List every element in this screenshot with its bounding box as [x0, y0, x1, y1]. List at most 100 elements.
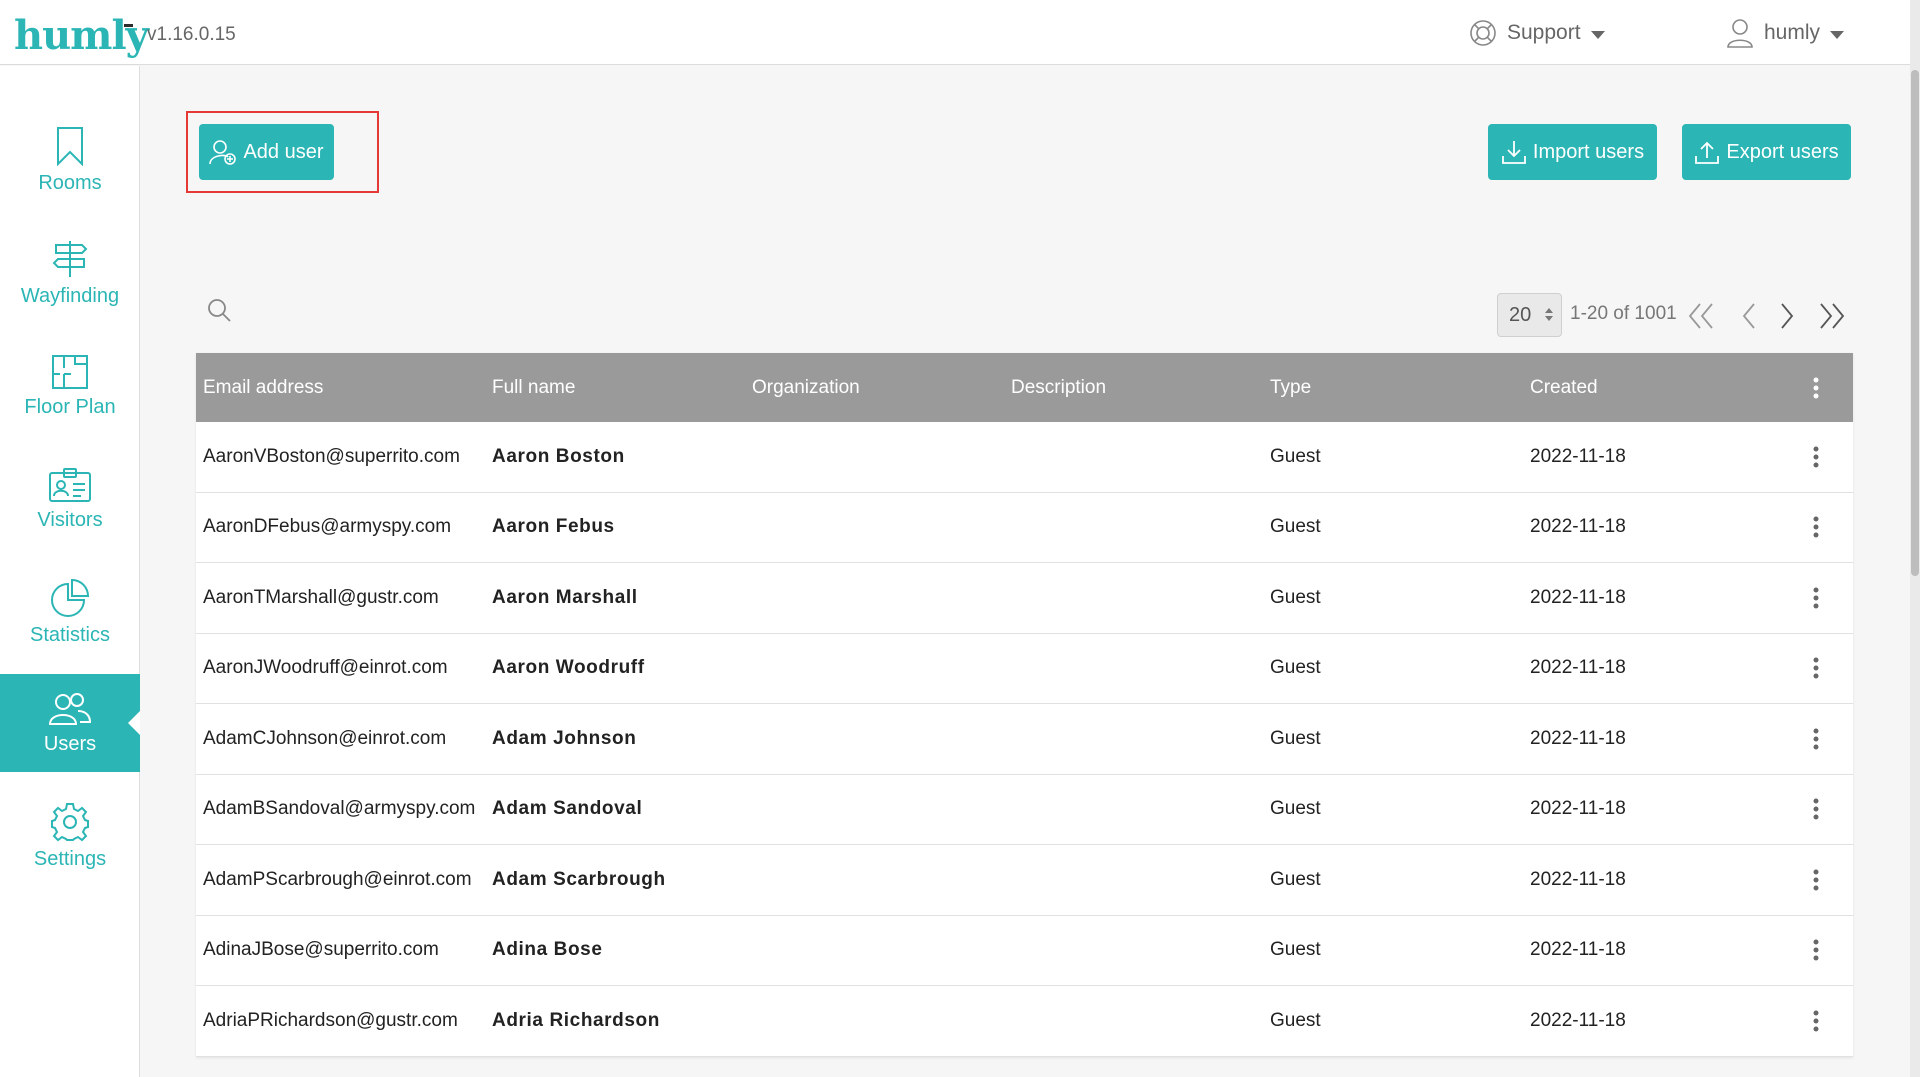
cell-email: AdinaJBose@superrito.com: [203, 939, 439, 961]
cell-type: Guest: [1270, 798, 1321, 820]
row-options-icon[interactable]: [1813, 493, 1819, 563]
sidebar-item-label: Visitors: [37, 508, 103, 531]
page-scrollbar-thumb[interactable]: [1911, 70, 1919, 576]
cell-created: 2022-11-18: [1530, 939, 1626, 961]
sidebar-item-label: Statistics: [29, 623, 111, 646]
top-bar: humly v1.16.0.15 Support humly: [0, 0, 1910, 65]
column-header-email[interactable]: Email address: [203, 353, 323, 422]
table-row[interactable]: AdriaPRichardson@gustr.com Adria Richards…: [196, 986, 1853, 1057]
table-row[interactable]: AdamPScarbrough@einrot.com Adam Scarbroug…: [196, 845, 1853, 916]
sidebar-item-label: Rooms: [38, 171, 102, 194]
cell-email: AaronDFebus@armyspy.com: [203, 516, 452, 538]
add-user-icon: [209, 140, 237, 165]
sidebar-item-settings[interactable]: Settings: [0, 787, 140, 885]
cell-full-name: Aaron Febus: [492, 516, 615, 538]
table-row[interactable]: AaronJWoodruff@einrot.com Aaron Woodruff G…: [196, 634, 1853, 704]
table-row[interactable]: AaronDFebus@armyspy.com Aaron Febus Guest 2…: [196, 493, 1853, 563]
table-row[interactable]: AaronTMarshall@gustr.com Aaron Marshall Gu…: [196, 563, 1853, 634]
user-menu[interactable]: humly: [1726, 13, 1845, 53]
cell-created: 2022-11-18: [1530, 657, 1626, 679]
row-options-icon[interactable]: [1813, 704, 1819, 774]
table-row[interactable]: AdamCJohnson@einrot.com Adam Johnson Guest…: [196, 704, 1853, 775]
cell-full-name: Aaron Woodruff: [492, 657, 645, 679]
cell-email: AdriaPRichardson@gustr.com: [203, 1009, 458, 1031]
cell-full-name: Adina Bose: [492, 939, 603, 961]
logo-dash: [124, 24, 133, 27]
cell-type: Guest: [1270, 727, 1321, 749]
table-body: AaronVBoston@superrito.com Aaron Boston Gu…: [196, 422, 1853, 1057]
cell-email: AdamPScarbrough@einrot.com: [203, 868, 472, 890]
cell-created: 2022-11-18: [1530, 586, 1626, 608]
column-options-icon[interactable]: [1813, 353, 1819, 422]
row-options-icon[interactable]: [1813, 634, 1819, 704]
search-icon[interactable]: [206, 297, 232, 323]
table-row[interactable]: AaronVBoston@superrito.com Aaron Boston Gu…: [196, 422, 1853, 493]
cell-full-name: Aaron Marshall: [492, 586, 638, 608]
app-version: v1.16.0.15: [147, 24, 236, 45]
cell-email: AdamBSandoval@armyspy.com: [203, 798, 476, 820]
users-icon: [48, 692, 92, 725]
pie-chart-icon: [51, 578, 90, 617]
cell-created: 2022-11-18: [1530, 798, 1626, 820]
sidebar-item-floor-plan[interactable]: Floor Plan: [0, 337, 140, 435]
id-card-icon: [49, 467, 91, 502]
import-users-button[interactable]: Import users: [1488, 124, 1657, 180]
first-page-icon[interactable]: [1686, 300, 1716, 332]
cell-email: AdamCJohnson@einrot.com: [203, 727, 447, 749]
cell-email: AaronJWoodruff@einrot.com: [203, 657, 448, 679]
column-header-created[interactable]: Created: [1530, 353, 1598, 422]
add-user-button[interactable]: Add user: [199, 124, 334, 180]
cell-type: Guest: [1270, 586, 1321, 608]
table-row[interactable]: AdamBSandoval@armyspy.com Adam Sandoval Gu…: [196, 775, 1853, 845]
row-options-icon[interactable]: [1813, 916, 1819, 986]
sidebar-item-users[interactable]: Users: [0, 674, 140, 772]
add-user-label: Add user: [243, 140, 324, 163]
users-table: Email address Full name Organization Des…: [196, 353, 1853, 1057]
export-users-label: Export users: [1726, 140, 1839, 163]
row-options-icon[interactable]: [1813, 775, 1819, 845]
page-size-select[interactable]: 20: [1497, 293, 1562, 337]
chevron-down-icon: [1830, 30, 1845, 39]
cell-created: 2022-11-18: [1530, 516, 1626, 538]
sidebar-item-label: Wayfinding: [20, 284, 120, 307]
column-header-type[interactable]: Type: [1270, 353, 1311, 422]
row-options-icon[interactable]: [1813, 845, 1819, 915]
cell-created: 2022-11-18: [1530, 445, 1626, 467]
floor-plan-icon: [52, 354, 88, 389]
cell-full-name: Adam Johnson: [492, 727, 637, 749]
sidebar-item-label: Users: [43, 732, 97, 755]
user-icon: [1727, 19, 1753, 48]
support-menu[interactable]: Support: [1469, 13, 1605, 53]
table-row[interactable]: AdinaJBose@superrito.com Adina Bose Guest 2…: [196, 916, 1853, 986]
gear-icon: [51, 802, 89, 841]
upload-icon: [1695, 141, 1720, 164]
cell-created: 2022-11-18: [1530, 868, 1626, 890]
lifebuoy-icon: [1470, 20, 1496, 46]
page-size-value: 20: [1509, 303, 1532, 326]
table-header: Email address Full name Organization Des…: [196, 353, 1853, 422]
cell-type: Guest: [1270, 939, 1321, 961]
sidebar-item-label: Floor Plan: [24, 395, 116, 418]
export-users-button[interactable]: Export users: [1682, 124, 1851, 180]
cell-full-name: Adam Scarbrough: [492, 868, 666, 890]
cell-email: AaronVBoston@superrito.com: [203, 445, 460, 467]
cell-type: Guest: [1270, 516, 1321, 538]
column-header-organization[interactable]: Organization: [752, 353, 860, 422]
sidebar-item-rooms[interactable]: Rooms: [0, 111, 140, 209]
next-page-icon[interactable]: [1778, 300, 1796, 332]
sidebar-item-wayfinding[interactable]: Wayfinding: [0, 224, 140, 322]
row-options-icon[interactable]: [1813, 986, 1819, 1056]
sidebar-item-visitors[interactable]: Visitors: [0, 450, 140, 548]
sidebar-item-statistics[interactable]: Statistics: [0, 563, 140, 661]
column-header-description[interactable]: Description: [1011, 353, 1106, 422]
cell-full-name: Adam Sandoval: [492, 798, 643, 820]
row-options-icon[interactable]: [1813, 563, 1819, 633]
humly-logo[interactable]: humly: [14, 12, 149, 59]
user-label: humly: [1764, 21, 1821, 44]
prev-page-icon[interactable]: [1740, 300, 1758, 332]
row-options-icon[interactable]: [1813, 422, 1819, 492]
cell-type: Guest: [1270, 657, 1321, 679]
cell-created: 2022-11-18: [1530, 727, 1626, 749]
last-page-icon[interactable]: [1817, 300, 1847, 332]
column-header-full-name[interactable]: Full name: [492, 353, 575, 422]
